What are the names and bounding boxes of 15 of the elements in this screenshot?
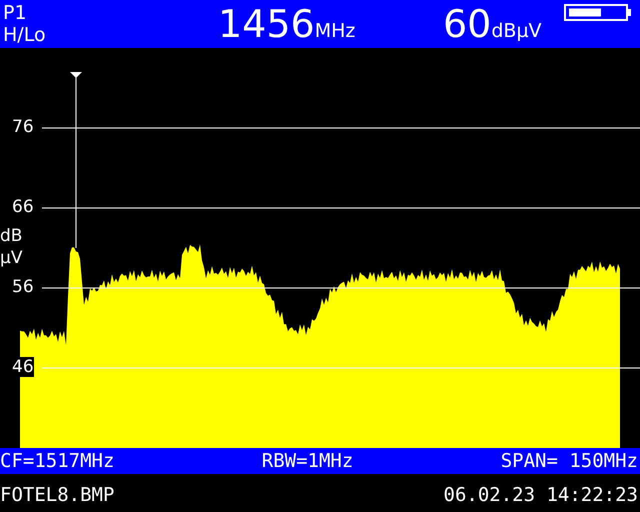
axis-unit-label: dB xyxy=(0,225,22,247)
battery-icon xyxy=(564,4,632,21)
band-label: H/Lo xyxy=(3,24,46,46)
center-frequency-label: CF=1517MHz xyxy=(0,449,114,473)
frequency-unit: MHz xyxy=(314,19,356,44)
axis-tick-label: 46 xyxy=(12,357,34,377)
axis-unit-label: µV xyxy=(0,247,22,269)
frequency-value: 1456 xyxy=(218,1,315,47)
level-unit: dBµV xyxy=(491,19,542,44)
span-label: SPAN= 150MHz xyxy=(500,449,638,473)
file-name: FOTEL8.BMP xyxy=(0,482,114,508)
date-time: 06.02.23 14:22:23 xyxy=(444,482,638,508)
level-value: 60 xyxy=(443,1,492,47)
preset-label: P1 xyxy=(3,2,27,24)
bandwidth-label: RBW=1MHz xyxy=(262,449,354,473)
